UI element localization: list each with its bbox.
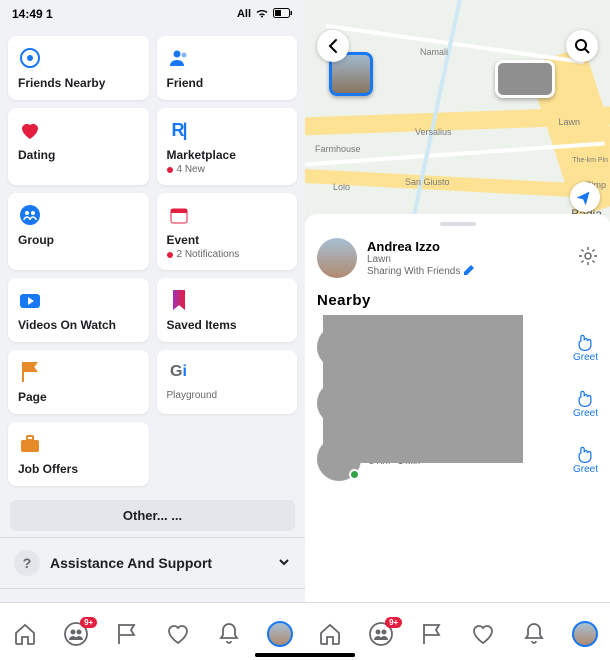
menu-event[interactable]: Event 2 Notifications xyxy=(157,193,298,270)
nearby-list: Greet Greet 3 Km · 1 Min Gr xyxy=(305,319,610,487)
online-dot xyxy=(349,469,360,480)
flag-icon xyxy=(18,360,42,384)
nav-dating[interactable] xyxy=(165,621,191,647)
profile-sharing[interactable]: Sharing With Friends xyxy=(367,265,474,278)
map-pin-friend[interactable] xyxy=(495,60,555,98)
menu-dating[interactable]: Dating xyxy=(8,108,149,185)
menu-label: Group xyxy=(18,233,139,247)
notification-dot xyxy=(167,167,173,173)
status-time: 14:49 1 xyxy=(12,7,53,21)
menu-group[interactable]: Group xyxy=(8,193,149,270)
friends-nearby-icon xyxy=(18,46,42,70)
right-screen: Namali Lawn Versalius Farmhouse San Gius… xyxy=(305,0,610,660)
nav-home[interactable] xyxy=(317,621,343,647)
nav-dating[interactable] xyxy=(470,621,496,647)
group-icon xyxy=(18,203,42,227)
settings-gear-button[interactable] xyxy=(578,246,598,271)
menu-label: Friend xyxy=(167,76,288,90)
menu-sub: 2 Notifications xyxy=(167,249,288,260)
briefcase-icon xyxy=(18,432,42,456)
back-button[interactable] xyxy=(317,30,349,62)
profile-avatar[interactable] xyxy=(317,238,357,278)
row-label: Assistance And Support xyxy=(50,555,212,571)
bottom-nav: 9+ 9+ xyxy=(0,602,610,660)
notification-dot xyxy=(167,252,173,258)
edit-icon xyxy=(464,265,474,278)
nav-avatar xyxy=(572,621,598,647)
menu-friend[interactable]: Friend xyxy=(157,36,298,100)
menu-label: Page xyxy=(18,390,139,404)
video-icon xyxy=(18,288,42,312)
event-icon xyxy=(167,203,191,227)
marketplace-icon: R| xyxy=(167,118,191,142)
heart-icon xyxy=(18,118,42,142)
status-all-label: All xyxy=(237,8,251,20)
menu-label: Saved Items xyxy=(167,318,288,332)
nav-menu[interactable] xyxy=(572,621,598,647)
menu-playground[interactable]: Gi Playground xyxy=(157,350,298,414)
recenter-button[interactable] xyxy=(570,182,600,212)
help-icon: ? xyxy=(14,550,40,576)
map-label: San Giusto xyxy=(405,177,450,187)
nav-left: 9+ xyxy=(0,603,305,660)
playground-icon: Gi xyxy=(167,360,191,384)
friend-icon xyxy=(167,46,191,70)
assistance-row[interactable]: ? Assistance And Support xyxy=(0,537,305,588)
menu-grid: Friends Nearby Friend Dating R| Marketpl… xyxy=(0,28,305,494)
status-bar: 14:49 1 All xyxy=(0,0,305,28)
profile-name: Andrea Izzo xyxy=(367,239,474,254)
menu-label: Dating xyxy=(18,148,139,162)
menu-page[interactable]: Page xyxy=(8,350,149,414)
nav-badge: 9+ xyxy=(385,617,402,628)
home-indicator xyxy=(255,653,355,657)
greet-button[interactable]: Greet xyxy=(573,444,598,475)
bottom-sheet[interactable]: Andrea Izzo Lawn Sharing With Friends Ne… xyxy=(305,214,610,487)
nearby-avatar[interactable] xyxy=(317,437,361,481)
menu-label: Videos On Watch xyxy=(18,318,139,332)
map-label: The-km Pin xyxy=(572,157,608,164)
nav-pages[interactable] xyxy=(114,621,140,647)
menu-label: Job Offers xyxy=(18,462,139,476)
status-indicators: All xyxy=(237,8,293,21)
nav-notifications[interactable] xyxy=(521,621,547,647)
chevron-down-icon xyxy=(277,555,291,572)
bookmark-icon xyxy=(167,288,191,312)
menu-label: Marketplace xyxy=(167,148,288,162)
search-button[interactable] xyxy=(566,30,598,62)
map-label: Versalius xyxy=(415,127,452,137)
sheet-handle[interactable] xyxy=(440,222,476,226)
map-label: Lawn xyxy=(558,117,580,127)
nav-notifications[interactable] xyxy=(216,621,242,647)
left-screen: 14:49 1 All Friends Nearby xyxy=(0,0,305,660)
nav-pages[interactable] xyxy=(419,621,445,647)
profile-row: Andrea Izzo Lawn Sharing With Friends xyxy=(305,234,610,286)
nav-avatar xyxy=(267,621,293,647)
map-label: Lolo xyxy=(333,182,350,192)
nav-friends[interactable]: 9+ xyxy=(368,621,394,647)
menu-videos[interactable]: Videos On Watch xyxy=(8,278,149,342)
menu-friends-nearby[interactable]: Friends Nearby xyxy=(8,36,149,100)
nav-right: 9+ xyxy=(305,603,610,660)
nav-home[interactable] xyxy=(12,621,38,647)
menu-marketplace[interactable]: R| Marketplace 4 New xyxy=(157,108,298,185)
wifi-icon xyxy=(255,8,269,21)
menu-label: Event xyxy=(167,233,288,247)
profile-location: Lawn xyxy=(367,254,474,265)
battery-icon xyxy=(273,8,293,21)
greet-button[interactable]: Greet xyxy=(573,388,598,419)
nearby-avatar[interactable] xyxy=(317,325,361,369)
menu-saved[interactable]: Saved Items xyxy=(157,278,298,342)
other-button[interactable]: Other... ... xyxy=(10,500,295,531)
nav-friends[interactable]: 9+ xyxy=(63,621,89,647)
menu-label: Playground xyxy=(167,390,288,401)
menu-label: Friends Nearby xyxy=(18,76,139,90)
menu-jobs[interactable]: Job Offers xyxy=(8,422,149,486)
nearby-avatar[interactable] xyxy=(317,381,361,425)
nav-menu[interactable] xyxy=(267,621,293,647)
greet-button[interactable]: Greet xyxy=(573,332,598,363)
menu-sub: 4 New xyxy=(167,164,288,175)
map-label: Farmhouse xyxy=(315,144,361,154)
nav-badge: 9+ xyxy=(80,617,97,628)
